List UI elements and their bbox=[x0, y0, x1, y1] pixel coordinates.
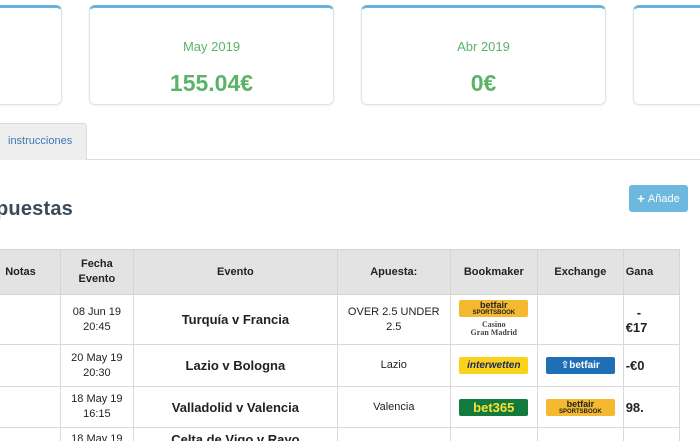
header-ganancia[interactable]: Gana bbox=[622, 249, 681, 295]
cell-bet: Lazio bbox=[336, 344, 451, 387]
cell-date: 08 Jun 19 20:45 bbox=[59, 294, 134, 345]
section-title: puestas bbox=[0, 198, 73, 220]
header-fecha-evento[interactable]: Fecha Evento bbox=[59, 249, 134, 295]
header-exchange[interactable]: Exchange bbox=[537, 249, 624, 295]
cell-bookmaker: betfair SPORTSBOOK Casino Gran Madrid bbox=[449, 294, 539, 345]
betfair-sportsbook-logo: betfair SPORTSBOOK bbox=[459, 300, 529, 317]
stat-card-apr-2019: Abr 2019 0€ bbox=[361, 5, 606, 105]
header-bookmaker[interactable]: Bookmaker bbox=[449, 249, 539, 295]
bets-table: Notas Fecha Evento Evento Apuesta: Bookma… bbox=[0, 249, 681, 441]
cell-bet: OVER 2.5 UNDER 2.5 bbox=[336, 294, 451, 345]
page: May 2019 155.04€ Abr 2019 0€ instruccion… bbox=[0, 0, 700, 441]
table-row[interactable]: 20 May 19 20:30 Lazio v Bologna Lazio int… bbox=[0, 344, 681, 387]
header-fecha-line1: Fecha bbox=[80, 258, 113, 270]
betfair-exchange-logo: ⇧betfair bbox=[545, 357, 615, 374]
cell-date-day: 20 May 19 bbox=[71, 351, 123, 364]
stat-card-amount: 155.04€ bbox=[169, 70, 254, 96]
stat-card-may-2019: May 2019 155.04€ bbox=[89, 5, 334, 105]
stat-card-amount: 0€ bbox=[470, 70, 497, 96]
cell-event[interactable]: Turquía v Francia bbox=[132, 294, 338, 345]
cell-date: 18 May 19 16:15 bbox=[59, 386, 134, 428]
plus-icon: + bbox=[637, 191, 645, 206]
tab-instrucciones[interactable]: instrucciones bbox=[0, 123, 87, 160]
cell-profit: 98. bbox=[622, 386, 681, 428]
cell-profit: - €17 bbox=[622, 294, 681, 345]
cell-date-day: 08 Jun 19 bbox=[72, 305, 122, 318]
cell-notas bbox=[0, 386, 61, 428]
header-apuesta[interactable]: Apuesta: bbox=[336, 249, 451, 295]
casino-gran-madrid-logo: Casino Gran Madrid bbox=[459, 321, 528, 339]
table-row[interactable]: 18 May 19 16:15 Valladolid v Valencia Val… bbox=[0, 386, 681, 428]
logo-subtext: SPORTSBOOK bbox=[559, 408, 602, 415]
logo-subtext: SPORTSBOOK bbox=[472, 310, 516, 316]
header-evento[interactable]: Evento bbox=[132, 249, 338, 295]
stat-card bbox=[633, 5, 700, 105]
cell-profit-line1: - bbox=[636, 304, 642, 320]
stat-card-month: Abr 2019 bbox=[457, 39, 510, 54]
cell-exchange: ⇧betfair bbox=[537, 344, 624, 387]
cell-date-time: 16:15 bbox=[83, 408, 111, 420]
betfair-sportsbook-logo: betfair SPORTSBOOK bbox=[545, 398, 615, 416]
cell-date-day: 18 May 19 bbox=[71, 393, 123, 405]
cell-bet-line1: OVER 2.5 UNDER bbox=[347, 305, 440, 318]
cell-profit-line2: €17 bbox=[625, 319, 648, 335]
cell-exchange bbox=[537, 427, 624, 441]
cell-bookmaker: interwetten bbox=[449, 344, 539, 387]
header-fecha-line2: Evento bbox=[78, 273, 116, 285]
cell-bookmaker: bet365 bbox=[449, 386, 539, 428]
add-button-label: Añade bbox=[647, 192, 680, 205]
bet365-logo: bet365 bbox=[459, 398, 529, 416]
cell-notas bbox=[0, 427, 61, 441]
cell-notas bbox=[0, 344, 61, 387]
betfair-arrow-icon: ⇧ bbox=[560, 360, 570, 371]
cell-bet-line2: 2.5 bbox=[386, 320, 402, 333]
cell-date-time: 20:45 bbox=[83, 320, 111, 333]
cell-bet bbox=[336, 427, 451, 441]
table-row[interactable]: 08 Jun 19 20:45 Turquía v Francia OVER 2.… bbox=[0, 294, 681, 345]
logo-subtext: Gran Madrid bbox=[470, 328, 517, 337]
logo-text: betfair bbox=[569, 360, 600, 371]
cell-bet: Valencia bbox=[336, 386, 451, 428]
cell-date-time: 20:30 bbox=[83, 366, 111, 379]
stat-card bbox=[0, 5, 62, 105]
cell-event[interactable]: Valladolid v Valencia bbox=[132, 386, 338, 428]
add-button[interactable]: + Añade bbox=[629, 185, 688, 212]
header-notas[interactable]: Notas bbox=[0, 249, 61, 295]
stat-card-month: May 2019 bbox=[182, 39, 241, 54]
logo-text: betfair bbox=[480, 300, 508, 310]
table-header-row: Notas Fecha Evento Evento Apuesta: Bookma… bbox=[0, 249, 681, 295]
cell-date: 18 May 19 bbox=[59, 427, 134, 441]
cell-profit bbox=[622, 427, 681, 441]
cell-event[interactable]: Celta de Vigo v Rayo bbox=[132, 427, 338, 441]
cell-exchange bbox=[537, 294, 624, 345]
cell-event[interactable]: Lazio v Bologna bbox=[132, 344, 338, 387]
cell-notas bbox=[0, 294, 61, 345]
cell-profit: -€0 bbox=[622, 344, 681, 387]
logo-text: betfair bbox=[566, 398, 595, 409]
cell-bookmaker bbox=[449, 427, 539, 441]
cell-exchange: betfair SPORTSBOOK bbox=[537, 386, 624, 428]
table-row[interactable]: 18 May 19 Celta de Vigo v Rayo bbox=[0, 427, 681, 441]
cell-date: 20 May 19 20:30 bbox=[59, 344, 134, 387]
interwetten-logo: interwetten bbox=[459, 357, 529, 374]
tab-bar: instrucciones bbox=[0, 123, 700, 160]
